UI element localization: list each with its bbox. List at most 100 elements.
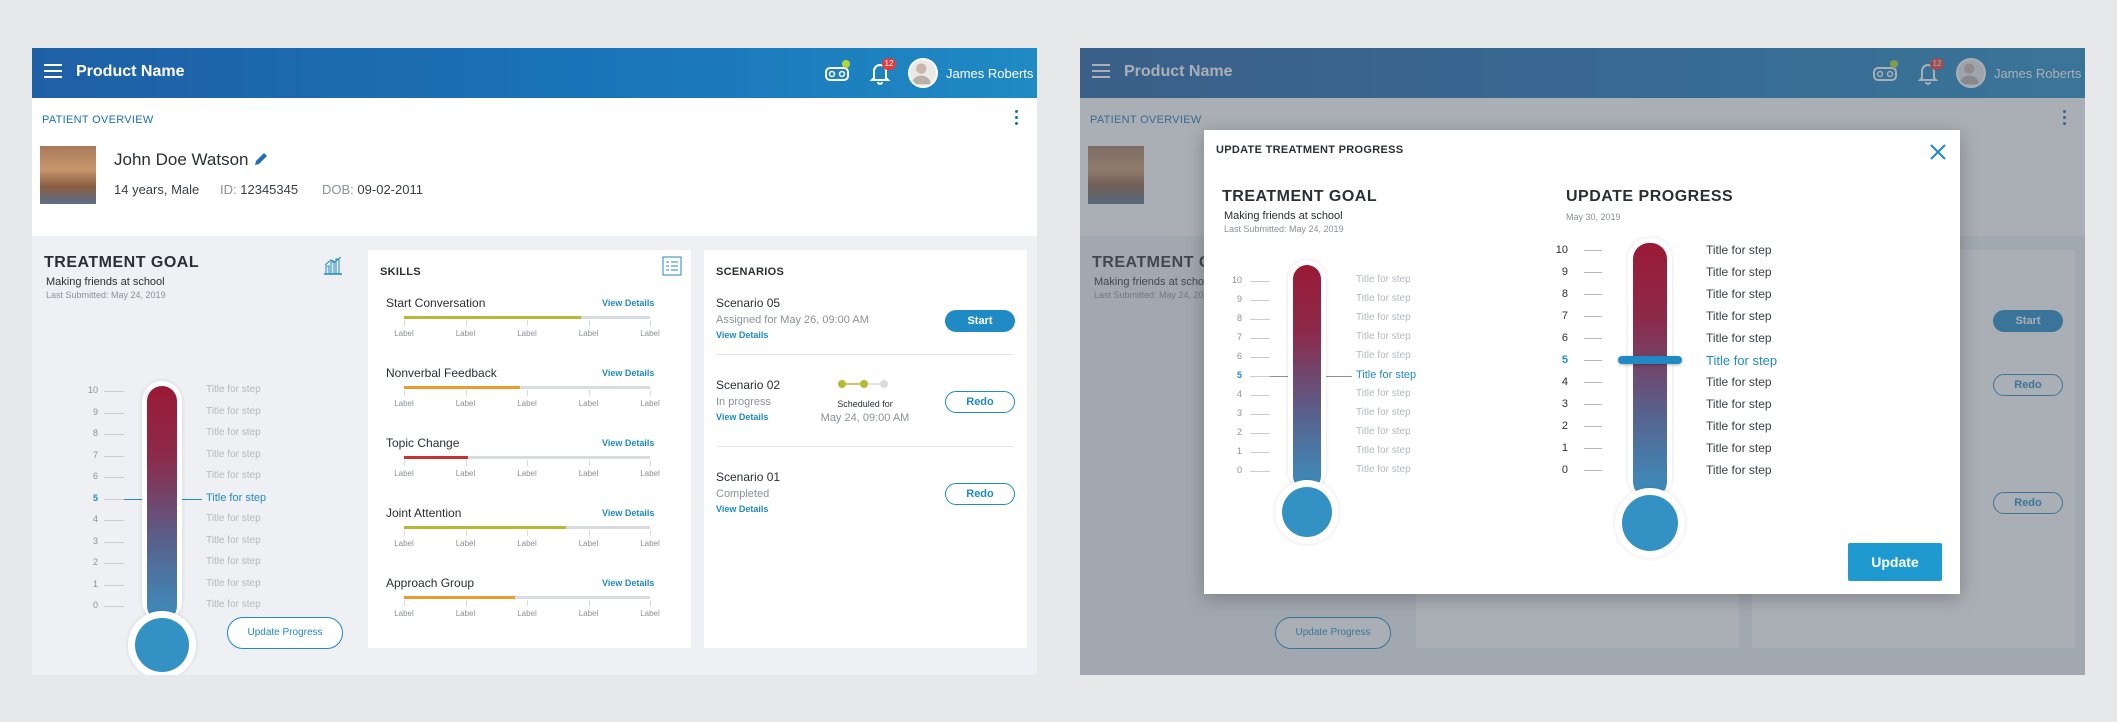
step-label[interactable]: Title for step [1706, 463, 1772, 477]
scale-number: 7 [1236, 332, 1242, 342]
skill-tick-label: Label [578, 609, 599, 618]
skill-view-details-link[interactable]: View Details [602, 368, 654, 378]
skill-row: Start Conversation View Details Label Label… [386, 296, 666, 360]
scale-tick [1584, 404, 1602, 405]
step-label[interactable]: Title for step [1706, 397, 1772, 411]
scale-number: 3 [92, 535, 98, 546]
skill-tick-label: Label [578, 539, 599, 548]
scale-tick [1250, 338, 1270, 339]
edit-icon[interactable] [252, 150, 270, 168]
thermometer-fill [147, 386, 177, 621]
scale-tick [104, 520, 124, 521]
modal-goal-text: Making friends at school [1224, 210, 1343, 222]
skill-progress-fill [404, 456, 468, 459]
skills-title: SKILLS [380, 266, 421, 278]
skill-progress-fill [404, 526, 567, 529]
scale-tick [1250, 281, 1270, 282]
scale-number: 5 [92, 492, 98, 503]
skill-tick [527, 600, 528, 606]
update-button[interactable]: Update [1848, 543, 1942, 581]
thermometer-fill [1293, 265, 1321, 490]
skill-row: Approach Group View Details Label Label Labe… [386, 576, 666, 640]
scale-number: 10 [1231, 275, 1242, 285]
thermometer-bulb-fill [1622, 495, 1678, 551]
scale-number: 9 [92, 406, 98, 417]
menu-icon[interactable] [44, 64, 62, 82]
scenarios-title: SCENARIOS [716, 266, 785, 278]
step-label: Title for step [1356, 369, 1417, 381]
scale-tick [104, 477, 124, 478]
chart-icon[interactable] [322, 256, 344, 276]
step-label[interactable]: Title for step [1706, 353, 1777, 368]
scenarios-card: SCENARIOS Scenario 05 Assigned for May 2… [704, 250, 1027, 648]
skill-tick [527, 390, 528, 396]
step-label[interactable]: Title for step [1706, 243, 1772, 257]
user-avatar[interactable] [908, 58, 938, 88]
scale-tick [104, 563, 124, 564]
skill-progress-fill [404, 386, 520, 389]
checklist-icon[interactable] [662, 256, 682, 276]
treatment-goal-section: TREATMENT GOAL Making friends at school … [32, 236, 362, 675]
step-label[interactable]: Title for step [1706, 309, 1772, 323]
scale-number: 6 [92, 471, 98, 481]
step-label[interactable]: Title for step [1706, 441, 1772, 455]
scale-number: 7 [92, 449, 98, 460]
scale-tick [104, 541, 124, 543]
skill-progress-track [404, 386, 650, 389]
step-label[interactable]: Title for step [1706, 375, 1772, 389]
scheduled-date: May 24, 09:00 AM [820, 412, 910, 424]
scale-tick [1584, 448, 1602, 449]
scale-number: 1 [1236, 446, 1242, 456]
skill-view-details-link[interactable]: View Details [602, 508, 654, 518]
skill-tick-label: Label [394, 609, 414, 618]
skill-tick [588, 460, 590, 466]
skill-tick [588, 320, 590, 326]
user-name[interactable]: James Roberts [946, 66, 1033, 81]
scale-number: 8 [92, 428, 98, 438]
skill-tick-label: Label [640, 399, 660, 408]
scale-tick [104, 498, 124, 500]
skill-progress-track [404, 316, 650, 319]
step-label: Title for step [206, 556, 261, 567]
skill-row: Topic Change View Details Label Label Label L… [386, 436, 666, 500]
scale-tick [1250, 433, 1270, 434]
redo-button[interactable]: Redo [945, 483, 1015, 505]
skill-tick [650, 460, 651, 466]
skill-progress-fill [404, 596, 515, 599]
skill-row: Joint Attention View Details Label Label Lab… [386, 506, 666, 570]
scale-tick [104, 584, 124, 586]
patient-dob: DOB: 09-02-2011 [322, 182, 423, 197]
skill-tick-label: Label [517, 329, 537, 338]
skill-tick [465, 530, 467, 536]
more-options-icon[interactable] [1015, 110, 1019, 126]
start-button[interactable]: Start [945, 310, 1015, 332]
scale-number: 9 [1561, 266, 1568, 278]
patient-name: John Doe Watson [114, 150, 249, 169]
step-label: Title for step [1356, 274, 1411, 285]
step-label[interactable]: Title for step [1706, 265, 1772, 279]
thermometer-bulb-fill [135, 618, 189, 672]
scale-tick [104, 455, 124, 457]
level-slider-handle[interactable] [1618, 356, 1682, 364]
scale-number: 4 [92, 514, 98, 524]
scenario-view-details-link[interactable]: View Details [716, 504, 1016, 514]
skill-tick [404, 460, 405, 466]
step-label[interactable]: Title for step [1706, 331, 1772, 345]
close-icon[interactable] [1928, 142, 1948, 162]
step-label: Title for step [1356, 445, 1411, 456]
scale-number: 8 [1561, 288, 1568, 300]
step-label[interactable]: Title for step [1706, 419, 1772, 433]
skill-view-details-link[interactable]: View Details [602, 578, 654, 588]
dashboard-screen: Product Name 12 James Roberts PATIENT OV… [32, 48, 1037, 675]
skill-view-details-link[interactable]: View Details [602, 298, 654, 308]
update-progress-button[interactable]: Update Progress [227, 617, 343, 649]
skill-view-details-link[interactable]: View Details [602, 438, 654, 448]
divider [716, 354, 1014, 355]
step-label[interactable]: Title for step [1706, 287, 1772, 301]
skill-tick [465, 600, 467, 606]
scale-tick [1250, 300, 1270, 301]
skill-tick-label: Label [394, 329, 414, 338]
redo-button[interactable]: Redo [945, 391, 1015, 413]
notification-badge: 12 [882, 58, 896, 70]
dob-value: 09-02-2011 [357, 182, 423, 197]
